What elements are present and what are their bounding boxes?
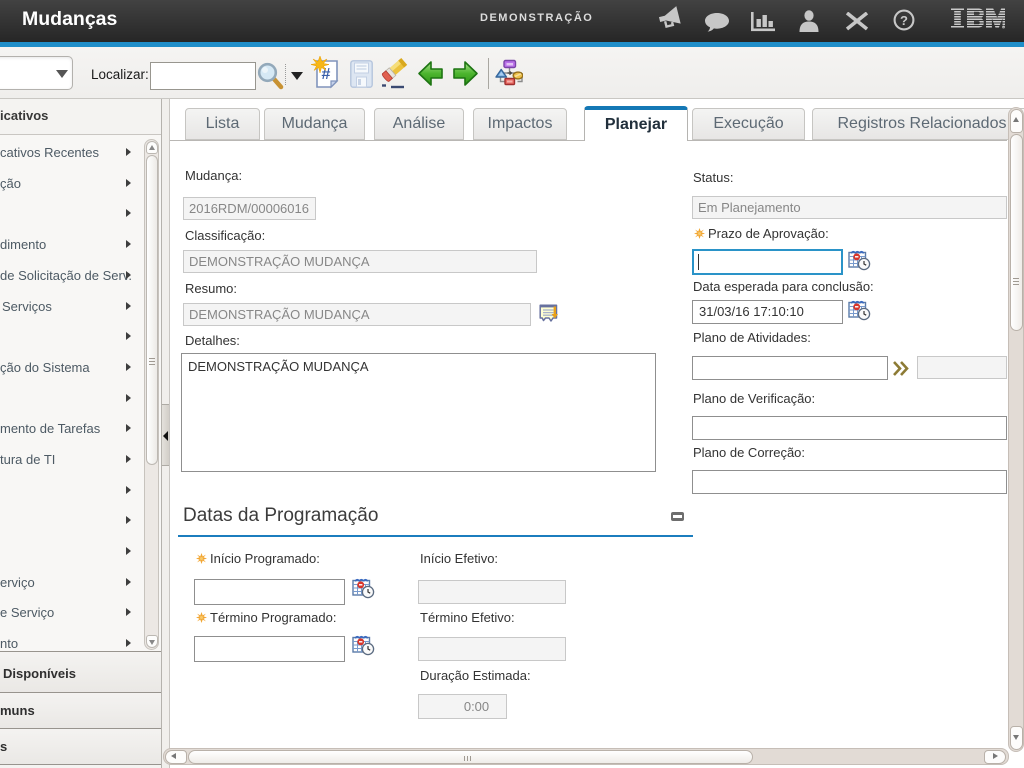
svg-text:?: ? <box>900 13 908 28</box>
